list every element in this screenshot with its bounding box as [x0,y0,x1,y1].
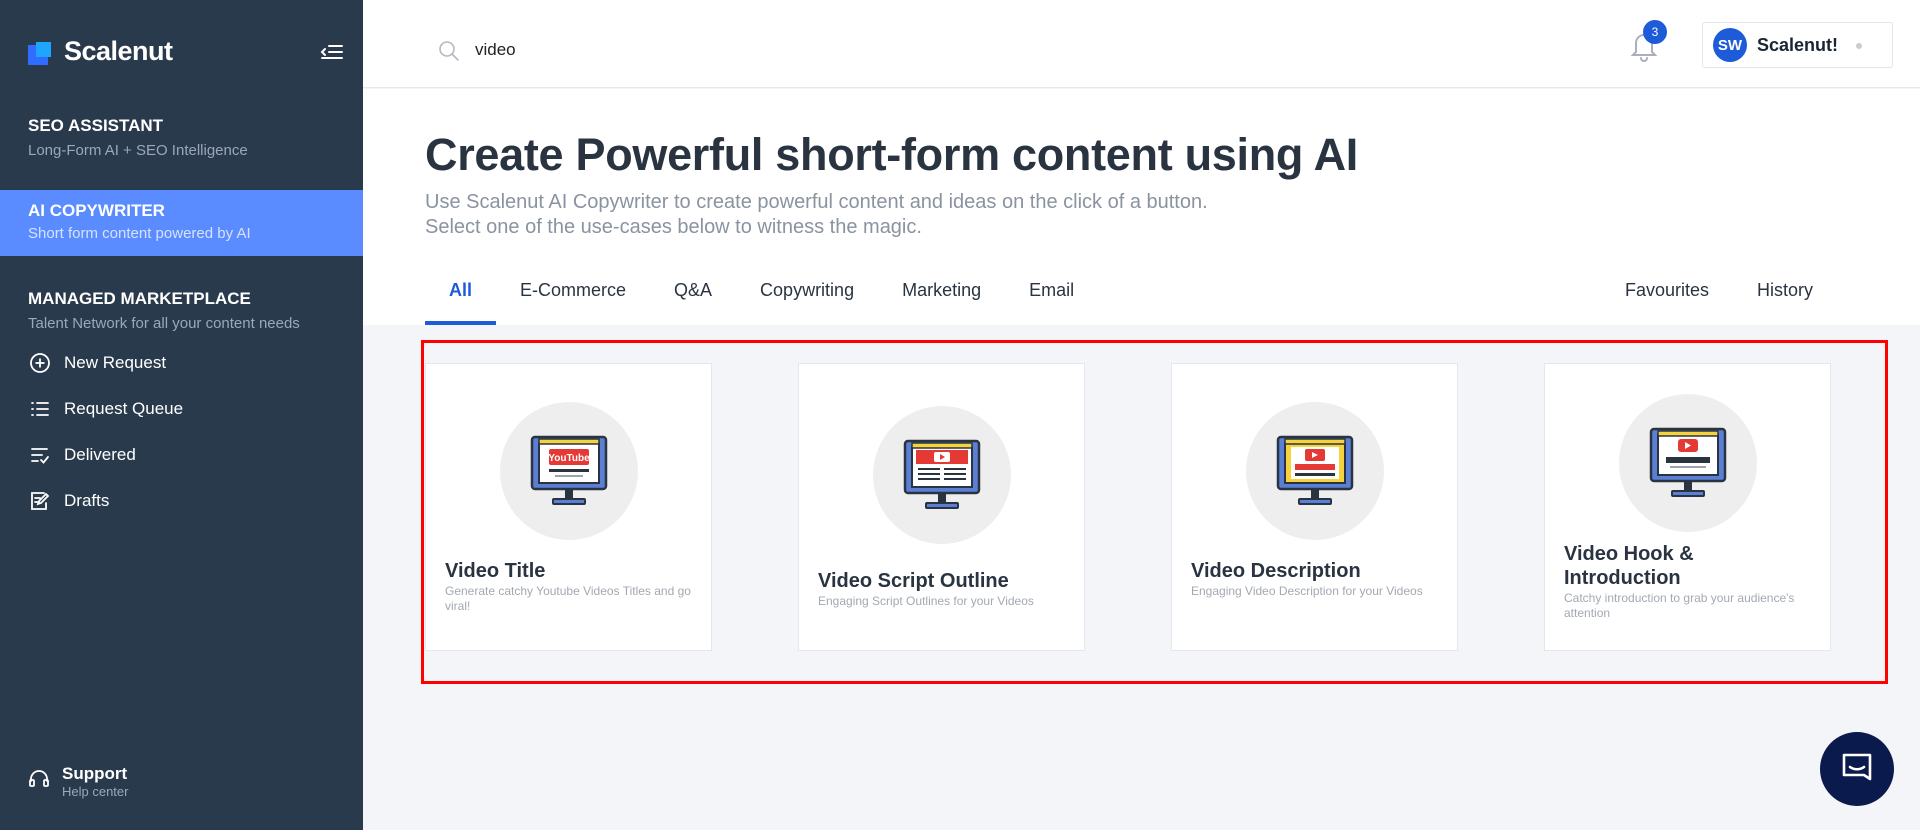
tab-email[interactable]: Email [1029,272,1074,325]
card-video-script-outline[interactable]: Video Script Outline Engaging Script Out… [798,363,1085,651]
nav-seo-subtitle: Long-Form AI + SEO Intelligence [28,142,248,159]
profile-status-dot [1856,43,1862,49]
card-title: Video Description [1191,560,1361,582]
notification-count-badge: 3 [1643,20,1667,44]
support-link[interactable]: Support Help center [28,764,128,799]
tab-favourites[interactable]: Favourites [1625,280,1709,333]
edit-document-icon [28,489,52,513]
tab-ecommerce[interactable]: E-Commerce [520,272,626,325]
list-icon [28,397,52,421]
chat-launcher-button[interactable] [1820,732,1894,806]
sidebar-item-label: Drafts [64,491,110,510]
sidebar-item-label: New Request [64,353,167,372]
profile-name: Scalenut! [1757,34,1839,55]
card-video-title[interactable]: YouTube Video Title Generate catchy Yout… [425,363,712,651]
video-script-monitor-icon [873,406,1011,544]
sidebar-item-drafts[interactable]: Drafts [28,489,109,513]
page-header: Create Powerful short-form content using… [363,89,1920,325]
menu-collapse-icon[interactable] [320,40,344,64]
tab-marketing[interactable]: Marketing [902,272,981,325]
nav-managed-marketplace[interactable]: MANAGED MARKETPLACE Talent Network for a… [0,289,363,333]
avatar: SW [1713,28,1747,62]
tab-copywriting[interactable]: Copywriting [760,272,854,325]
nav-ai-subtitle: Short form content powered by AI [28,225,251,242]
nav-seo-title: SEO ASSISTANT [28,116,164,135]
nav-seo-assistant[interactable]: SEO ASSISTANT Long-Form AI + SEO Intelli… [0,116,363,186]
search-icon [438,40,460,67]
nav-ai-title: AI COPYWRITER [28,201,165,220]
chat-icon [1840,751,1874,788]
sidebar-item-request-queue[interactable]: Request Queue [28,397,183,421]
nav-ai-copywriter[interactable]: AI COPYWRITER Short form content powered… [0,190,363,256]
tab-qa[interactable]: Q&A [674,272,712,325]
video-hook-monitor-icon [1619,394,1757,532]
sidebar-item-new-request[interactable]: New Request [28,351,166,375]
support-title: Support [62,764,128,783]
card-description: Catchy introduction to grab your audienc… [1564,591,1795,620]
page-title: Create Powerful short-form content using… [425,129,1359,180]
card-video-hook-introduction[interactable]: Video Hook & Introduction Catchy introdu… [1544,363,1831,651]
page-subtitle-line1: Use Scalenut AI Copywriter to create pow… [425,191,1208,213]
sidebar-item-label: Request Queue [64,399,184,418]
secondary-tabs: Favourites History [1625,280,1861,333]
tab-history[interactable]: History [1757,280,1813,333]
card-title: Video Hook & Introduction [1564,543,1694,589]
headset-icon [28,768,50,795]
category-tabs: All E-Commerce Q&A Copywriting Marketing… [425,272,1122,325]
nav-mm-title: MANAGED MARKETPLACE [28,289,251,308]
nav-mm-subtitle: Talent Network for all your content need… [28,315,300,332]
tab-all[interactable]: All [425,272,497,325]
card-title: Video Title [445,560,546,582]
card-description: Engaging Script Outlines for your Videos [818,594,1034,608]
sidebar: Scalenut SEO ASSISTANT Long-Form AI + SE… [0,0,363,830]
card-description: Generate catchy Youtube Videos Titles an… [445,584,691,613]
brand-name: Scalenut [64,36,173,66]
logo-mark-icon [28,38,54,65]
card-title: Video Script Outline [818,570,1009,592]
plus-circle-icon [28,351,52,375]
page-subtitle: Use Scalenut AI Copywriter to create pow… [425,190,1208,240]
card-description: Engaging Video Description for your Vide… [1191,584,1423,598]
svg-text:YouTube: YouTube [548,453,590,464]
top-bar: 3 SW Scalenut! [363,0,1920,88]
search-input[interactable] [475,37,875,63]
brand-logo[interactable]: Scalenut [28,36,173,67]
page-subtitle-line2: Select one of the use-cases below to wit… [425,216,922,238]
sidebar-item-delivered[interactable]: Delivered [28,443,136,467]
sidebar-item-label: Delivered [64,445,136,464]
profile-menu[interactable]: SW Scalenut! [1702,22,1893,68]
youtube-monitor-icon: YouTube [500,402,638,540]
card-video-description[interactable]: Video Description Engaging Video Descrip… [1171,363,1458,651]
checklist-icon [28,443,52,467]
support-subtitle: Help center [62,784,129,799]
video-description-monitor-icon [1246,402,1384,540]
